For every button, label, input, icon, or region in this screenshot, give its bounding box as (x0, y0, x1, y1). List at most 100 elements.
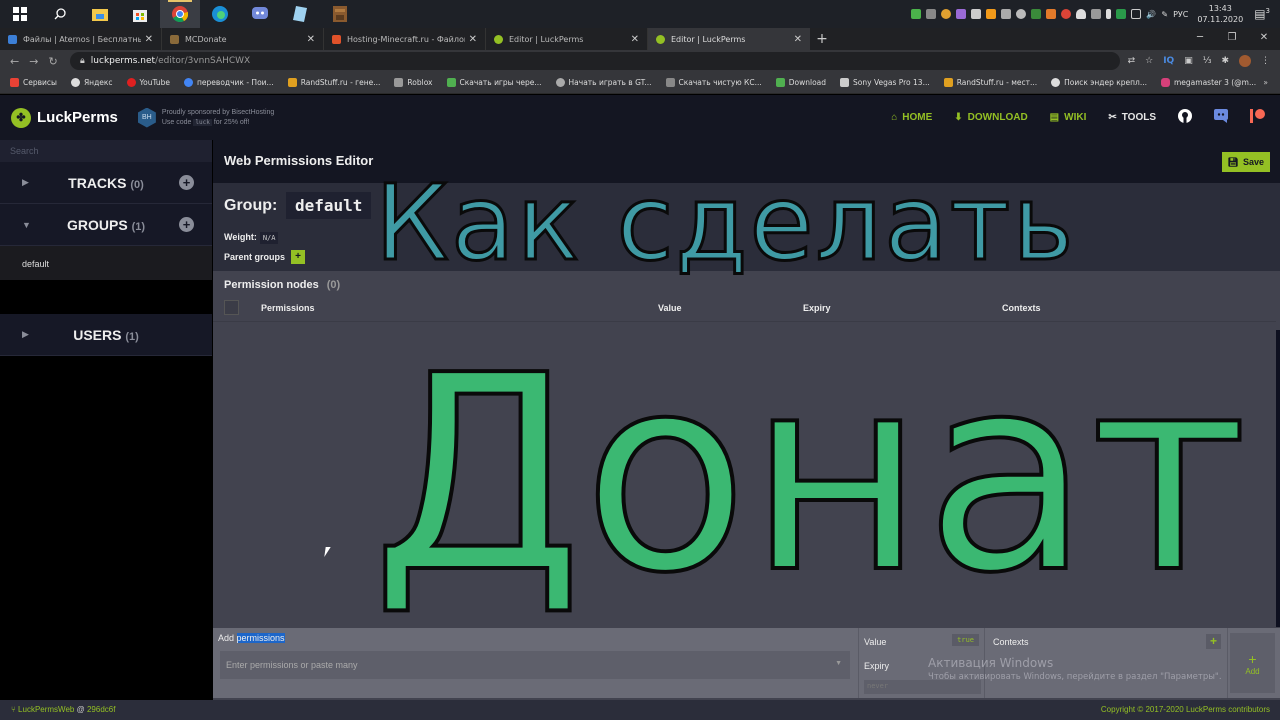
bookmark[interactable]: переводчик - Пои... (184, 78, 274, 87)
sponsor-banner[interactable]: BH Proudly sponsored by BisectHosting Us… (137, 107, 274, 128)
add-group-button[interactable]: + (179, 217, 194, 232)
bookmark[interactable]: Download (775, 78, 826, 87)
discord-icon[interactable] (1214, 109, 1228, 126)
bookmark[interactable]: Начать играть в GT... (555, 78, 652, 87)
sidebar-section-groups[interactable]: ▼ GROUPS (1) + (0, 204, 212, 246)
search-icon[interactable] (40, 0, 80, 28)
close-window-icon[interactable]: ✕ (1248, 28, 1280, 50)
browser-tab[interactable]: Hosting-Minecraft.ru - Файловы ✕ (324, 28, 486, 50)
tray-app-icon[interactable] (1046, 9, 1057, 19)
bookmark[interactable]: Яндекс (70, 78, 113, 87)
tray-app-icon[interactable] (1001, 9, 1012, 19)
translate-icon[interactable]: ⇄ (1128, 56, 1136, 66)
notification-center-icon[interactable]: ▤3 (1254, 7, 1270, 21)
minecraft-icon[interactable] (320, 0, 360, 28)
bookmark[interactable]: RandStuff.ru - мест... (943, 78, 1037, 87)
tray-app-icon[interactable] (941, 9, 952, 19)
minimize-icon[interactable]: ─ (1184, 28, 1216, 50)
close-tab-icon[interactable]: ✕ (794, 34, 802, 45)
network-icon[interactable] (1131, 9, 1142, 19)
sidebar-section-tracks[interactable]: ▶ TRACKS (0) + (0, 162, 212, 204)
extension-icon[interactable]: ⅓ (1203, 56, 1212, 66)
build-info[interactable]: ⑂ LuckPermsWeb @ 296dc6f (11, 705, 115, 714)
bookmark[interactable]: Sony Vegas Pro 13... (840, 78, 930, 87)
chrome-tray-icon[interactable] (1061, 9, 1072, 19)
back-icon[interactable]: ← (10, 55, 19, 68)
luckperms-logo[interactable]: ✤ LuckPerms (0, 107, 118, 128)
scrollbar[interactable] (1276, 330, 1280, 627)
tray-app-icon[interactable] (1091, 9, 1102, 19)
permissions-input[interactable]: Enter permissions or paste many ▼ (220, 651, 850, 679)
patreon-icon[interactable] (1250, 109, 1266, 126)
browser-tab-active[interactable]: Editor | LuckPerms ✕ (648, 28, 810, 50)
menu-kebab-icon[interactable]: ⋮ (1261, 56, 1270, 66)
bookmark-star-icon[interactable]: ☆ (1145, 56, 1153, 66)
caret-right-icon[interactable]: ▶ (22, 329, 29, 340)
github-icon[interactable] (1178, 109, 1192, 126)
language-indicator[interactable]: РУС (1173, 10, 1188, 19)
extensions-puzzle-icon[interactable]: ✱ (1221, 56, 1229, 66)
tray-app-icon[interactable] (986, 9, 997, 19)
close-tab-icon[interactable]: ✕ (469, 34, 477, 45)
save-button[interactable]: 💾︎ Save (1221, 152, 1270, 172)
url-input[interactable]: 🔒︎ luckperms.net/editor/3vnnSAHCWX (70, 52, 1120, 70)
new-tab-button[interactable]: + (810, 28, 834, 50)
column-header-contexts[interactable]: Contexts (1002, 303, 1041, 313)
file-explorer-icon[interactable] (80, 0, 120, 28)
bookmark[interactable]: Roblox (394, 78, 433, 87)
tray-app-icon[interactable] (1016, 9, 1027, 19)
column-header-permissions[interactable]: Permissions (261, 303, 315, 313)
iq-extension-icon[interactable]: IQ (1163, 56, 1174, 66)
notepad-icon[interactable] (280, 0, 320, 28)
add-parent-group-button[interactable]: + (291, 250, 306, 264)
close-tab-icon[interactable]: ✕ (145, 34, 153, 45)
expiry-input[interactable]: never (864, 680, 981, 694)
store-icon[interactable] (120, 0, 160, 28)
tray-app-icon[interactable] (956, 9, 967, 19)
bookmark[interactable]: megamaster 3 (@m... (1160, 78, 1256, 87)
browser-tab[interactable]: Editor | LuckPerms ✕ (486, 28, 648, 50)
sidebar-item-group-default[interactable]: default (0, 246, 212, 280)
sidebar-search-input[interactable]: Search (0, 140, 212, 162)
browser-tab[interactable]: MCDonate ✕ (162, 28, 324, 50)
tray-app-icon[interactable] (926, 9, 937, 19)
add-permission-button[interactable]: + Add (1230, 633, 1275, 693)
chrome-icon[interactable] (160, 0, 200, 28)
defender-icon[interactable] (1116, 9, 1127, 19)
edge-icon[interactable] (200, 0, 240, 28)
forward-icon[interactable]: → (29, 55, 38, 68)
caret-down-icon[interactable]: ▼ (22, 220, 31, 230)
column-header-expiry[interactable]: Expiry (803, 303, 831, 313)
bookmark[interactable]: Сервисы (10, 78, 57, 87)
extension-icon[interactable]: ▣ (1184, 56, 1193, 66)
close-tab-icon[interactable]: ✕ (631, 34, 639, 45)
sidebar-section-users[interactable]: ▶ USERS (1) (0, 314, 212, 356)
copyright[interactable]: Copyright © 2017-2020 LuckPerms contribu… (1101, 705, 1270, 714)
onedrive-icon[interactable] (1076, 9, 1087, 19)
close-tab-icon[interactable]: ✕ (307, 34, 315, 45)
nav-tools[interactable]: ✂ TOOLS (1108, 112, 1156, 123)
tray-app-icon[interactable] (971, 9, 982, 19)
pen-icon[interactable]: ✎ (1161, 10, 1168, 19)
nvidia-icon[interactable] (1031, 9, 1042, 19)
add-track-button[interactable]: + (179, 175, 194, 190)
bookmark[interactable]: Скачать игры чере... (446, 78, 542, 87)
tray-app-icon[interactable] (911, 9, 922, 19)
profile-avatar[interactable] (1239, 55, 1251, 67)
nav-download[interactable]: ⬇ DOWNLOAD (954, 112, 1027, 123)
weight-value[interactable]: N/A (259, 232, 279, 244)
reload-icon[interactable]: ↻ (48, 55, 57, 68)
add-context-button[interactable]: + (1206, 634, 1221, 649)
volume-icon[interactable]: 🔊 (1146, 10, 1156, 19)
bookmarks-overflow-icon[interactable]: » (1263, 78, 1268, 87)
bookmark[interactable]: YouTube (126, 78, 170, 87)
microphone-icon[interactable] (1106, 9, 1112, 19)
caret-right-icon[interactable]: ▶ (22, 177, 29, 188)
windows-start-icon[interactable] (0, 0, 40, 28)
bookmark[interactable]: Поиск эндер крепл... (1051, 78, 1147, 87)
nav-home[interactable]: ⌂ HOME (891, 112, 932, 123)
select-all-checkbox[interactable] (224, 300, 239, 315)
column-header-value[interactable]: Value (658, 303, 682, 313)
nav-wiki[interactable]: ▤ WIKI (1050, 112, 1087, 123)
clock[interactable]: 13:43 07.11.2020 (1197, 3, 1243, 25)
